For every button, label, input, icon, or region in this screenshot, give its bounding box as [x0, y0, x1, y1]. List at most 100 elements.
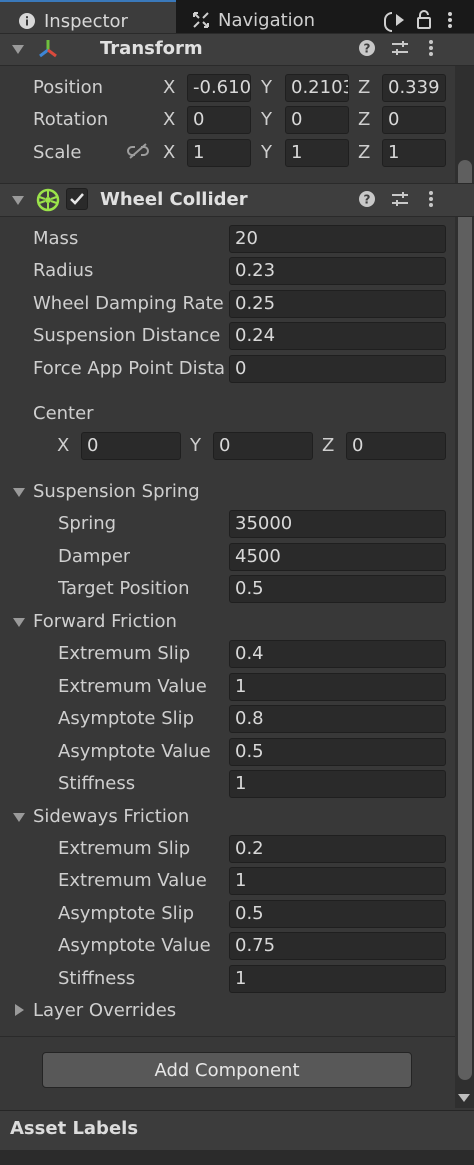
add-component-button[interactable]: Add Component	[42, 1052, 412, 1088]
bottom-strip	[0, 1150, 474, 1165]
sideways-friction-label[interactable]: Sideways Friction	[33, 806, 189, 827]
forward-extremum-value-label: Extremum Value	[58, 676, 207, 697]
position-y-field[interactable]: 0.2103	[285, 74, 349, 102]
sideways-stiffness-label: Stiffness	[58, 968, 136, 989]
transform-foldout-icon[interactable]	[12, 45, 24, 54]
axis-z-label: Z	[358, 77, 371, 98]
navigation-icon	[192, 11, 210, 29]
sideways-asymptote-value-label: Asymptote Value	[58, 935, 211, 956]
axis-y-label: Y	[261, 109, 272, 130]
center-z-field[interactable]: 0	[346, 432, 446, 460]
sideways-extremum-slip-field[interactable]: 0.2	[229, 835, 446, 863]
kebab-menu-icon[interactable]	[427, 39, 435, 64]
target-position-field[interactable]: 0.5	[229, 575, 446, 603]
wheel-collider-foldout-icon[interactable]	[12, 196, 24, 205]
axis-z-label: Z	[358, 142, 371, 163]
center-y-field[interactable]: 0	[213, 432, 313, 460]
scale-x-field[interactable]: 1	[187, 139, 251, 167]
axis-x-label: X	[163, 142, 176, 163]
kebab-menu-icon[interactable]	[427, 190, 435, 215]
scale-label: Scale	[33, 142, 82, 163]
scale-y-field[interactable]: 1	[285, 139, 349, 167]
scroll-down-arrow-icon[interactable]	[458, 1094, 470, 1102]
wheel-damping-rate-label: Wheel Damping Rate	[33, 293, 224, 314]
wheel-damping-rate-field[interactable]: 0.25	[229, 290, 446, 318]
suspension-spring-foldout-icon[interactable]	[13, 488, 25, 497]
forward-friction-label[interactable]: Forward Friction	[33, 611, 177, 632]
position-x-field[interactable]: -0.610	[187, 74, 251, 102]
mass-label: Mass	[33, 228, 79, 249]
checkbox-checked-icon[interactable]	[66, 188, 88, 210]
svg-text:?: ?	[364, 193, 371, 207]
rotation-x-field[interactable]: 0	[187, 106, 251, 134]
wheel-collider-icon	[36, 188, 60, 217]
spring-label: Spring	[58, 513, 117, 534]
forward-asymptote-slip-field[interactable]: 0.8	[229, 705, 446, 733]
forward-stiffness-field[interactable]: 1	[229, 770, 446, 798]
radius-field[interactable]: 0.23	[229, 257, 446, 285]
rotation-z-field[interactable]: 0	[382, 106, 446, 134]
target-position-label: Target Position	[58, 578, 190, 599]
spring-field[interactable]: 35000	[229, 510, 446, 538]
axis-y-label: Y	[190, 435, 201, 456]
rotation-y-field[interactable]: 0	[285, 106, 349, 134]
position-label: Position	[33, 77, 104, 98]
help-icon[interactable]: ?	[358, 190, 376, 213]
mass-field[interactable]: 20	[229, 225, 446, 253]
axis-x-label: X	[163, 77, 176, 98]
sideways-extremum-value-field[interactable]: 1	[229, 867, 446, 895]
scrollbar-thumb[interactable]	[458, 160, 472, 1080]
suspension-distance-label: Suspension Distance	[33, 325, 221, 346]
forward-extremum-value-field[interactable]: 1	[229, 673, 446, 701]
transform-title: Transform	[100, 38, 203, 59]
axis-z-label: Z	[358, 109, 371, 130]
forward-asymptote-value-field[interactable]: 0.5	[229, 738, 446, 766]
link-scale-icon[interactable]	[127, 142, 149, 165]
forward-asymptote-slip-label: Asymptote Slip	[58, 708, 195, 729]
sideways-asymptote-slip-label: Asymptote Slip	[58, 903, 195, 924]
axis-x-label: X	[57, 435, 70, 456]
axis-z-label: Z	[322, 435, 335, 456]
sideways-asymptote-value-field[interactable]: 0.75	[229, 932, 446, 960]
axis-y-label: Y	[261, 142, 272, 163]
position-z-field[interactable]: 0.339	[382, 74, 446, 102]
radius-label: Radius	[33, 260, 94, 281]
force-app-point-distance-field[interactable]: 0	[229, 355, 446, 383]
forward-stiffness-label: Stiffness	[58, 773, 136, 794]
scale-z-field[interactable]: 1	[382, 139, 446, 167]
sideways-asymptote-slip-field[interactable]: 0.5	[229, 900, 446, 928]
layer-overrides-foldout-icon[interactable]	[15, 1004, 24, 1016]
tab-navigation-label: Navigation	[218, 9, 316, 31]
suspension-distance-field[interactable]: 0.24	[229, 322, 446, 350]
help-icon[interactable]: ?	[358, 39, 376, 62]
preset-sliders-icon[interactable]	[390, 190, 410, 213]
play-arrow-icon[interactable]	[394, 10, 406, 35]
sideways-friction-foldout-icon[interactable]	[13, 813, 25, 822]
sideways-extremum-value-label: Extremum Value	[58, 870, 207, 891]
rotation-label: Rotation	[33, 109, 109, 130]
center-label: Center	[33, 403, 94, 424]
axis-y-label: Y	[261, 77, 272, 98]
wheel-collider-title: Wheel Collider	[100, 189, 248, 210]
center-x-field[interactable]: 0	[81, 432, 181, 460]
layer-overrides-label[interactable]: Layer Overrides	[33, 1000, 176, 1021]
forward-friction-foldout-icon[interactable]	[13, 618, 25, 627]
sideways-extremum-slip-label: Extremum Slip	[58, 838, 191, 859]
kebab-menu-icon[interactable]	[446, 10, 454, 35]
divider	[0, 1036, 455, 1037]
partial-tab-icon	[384, 12, 392, 32]
info-icon	[18, 12, 36, 30]
damper-field[interactable]: 4500	[229, 543, 446, 571]
preset-sliders-icon[interactable]	[390, 39, 410, 62]
sideways-stiffness-field[interactable]: 1	[229, 965, 446, 993]
tab-inspector-label: Inspector	[44, 10, 128, 32]
suspension-spring-label[interactable]: Suspension Spring	[33, 481, 200, 502]
forward-asymptote-value-label: Asymptote Value	[58, 741, 211, 762]
forward-extremum-slip-label: Extremum Slip	[58, 643, 191, 664]
force-app-point-distance-label: Force App Point Dista	[33, 358, 226, 379]
lock-icon[interactable]	[416, 9, 432, 36]
transform-axes-icon	[37, 38, 59, 65]
forward-extremum-slip-field[interactable]: 0.4	[229, 640, 446, 668]
axis-x-label: X	[163, 109, 176, 130]
svg-text:?: ?	[364, 42, 371, 56]
